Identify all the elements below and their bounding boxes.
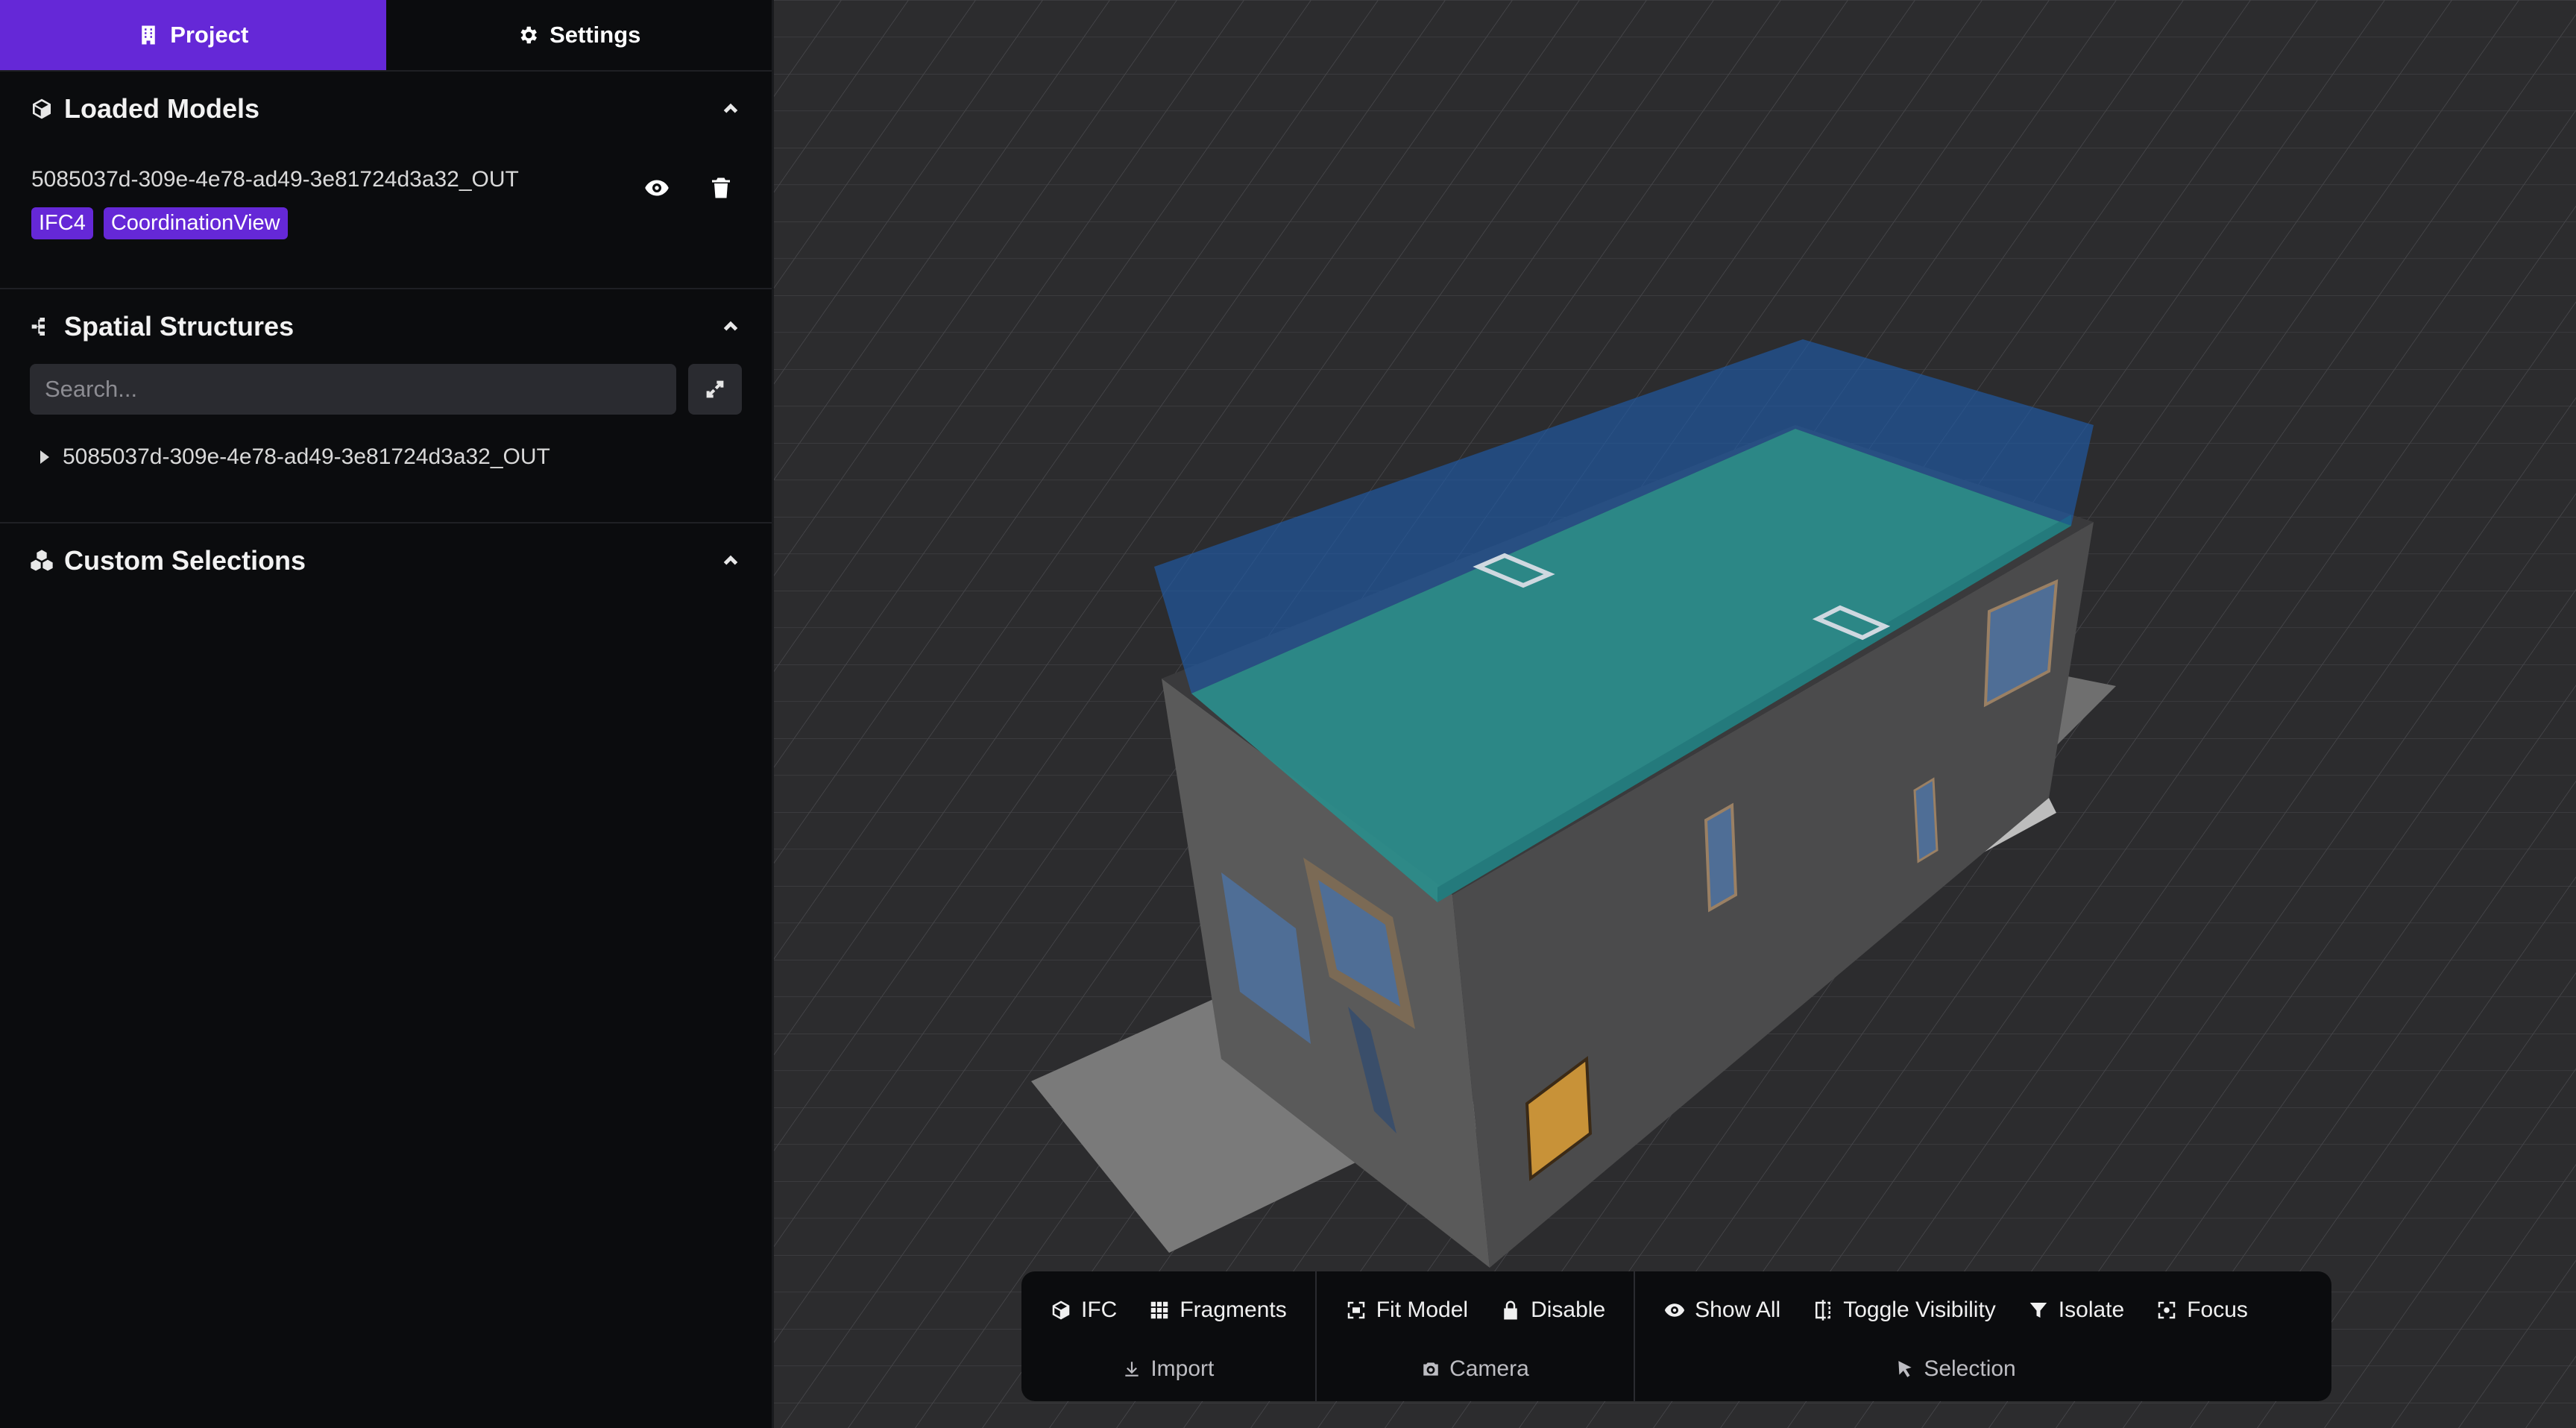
show-all-label: Show All [1695,1298,1781,1322]
hierarchy-icon [31,318,45,336]
3d-scene[interactable] [774,0,2576,1428]
tab-bar: Project Settings [0,0,772,72]
model-name: 5085037d-309e-4e78-ad49-3e81724d3a32_OUT [31,167,519,192]
slim-window [1913,777,1939,864]
cube-icon [1052,1300,1070,1320]
import-group-label: Import [1021,1349,1315,1401]
toggle-visibility-label: Toggle Visibility [1843,1298,1996,1322]
slim-window [1704,802,1738,913]
model-actions [643,174,734,201]
eye-icon[interactable] [643,174,670,201]
focus-icon [2158,1301,2176,1319]
chevron-up-icon[interactable] [719,315,742,338]
tree-item-label: 5085037d-309e-4e78-ad49-3e81724d3a32_OUT [63,444,550,469]
toggle-visibility-button[interactable]: Toggle Visibility [1800,1298,2008,1323]
custom-selections-header[interactable]: Custom Selections [0,523,772,598]
expand-button[interactable] [688,364,742,415]
disable-label: Disable [1531,1298,1606,1322]
fragments-label: Fragments [1180,1298,1287,1322]
grid-icon [1151,1301,1168,1319]
filter-icon [2029,1303,2047,1318]
search-row [0,364,772,415]
isolate-label: Isolate [2058,1298,2125,1322]
custom-selections-section: Custom Selections [0,523,772,598]
isolate-button[interactable]: Isolate [2015,1298,2136,1323]
fit-frame-icon [1347,1301,1364,1319]
import-label: Import [1150,1356,1215,1381]
selection-buttons: Show All Toggle Visibility Isolate Focus [1635,1271,2276,1349]
loaded-models-title: Loaded Models [64,93,260,124]
loaded-models-header[interactable]: Loaded Models [0,72,772,146]
selection-group-label: Selection [1635,1349,2276,1401]
import-buttons: IFC Fragments [1021,1271,1315,1349]
spatial-structures-header[interactable]: Spatial Structures [0,289,772,364]
custom-selections-title: Custom Selections [64,545,306,576]
tab-project-label: Project [170,22,249,48]
show-all-button[interactable]: Show All [1651,1298,1792,1323]
cube-icon [33,98,51,119]
3d-viewport[interactable]: IFC Fragments Import Fit Model Disable C… [774,0,2576,1428]
badge-view: CoordinationView [103,207,288,239]
toolbar-group-camera: Fit Model Disable Camera [1317,1271,1636,1401]
sidebar: Project Settings Loaded Models 5085037d-… [0,0,774,1428]
loaded-models-section: Loaded Models 5085037d-309e-4e78-ad49-3e… [0,72,772,289]
gear-icon [520,26,538,44]
camera-label: Camera [1449,1356,1529,1381]
expand-icon [706,380,724,398]
model-badges: IFC4 CoordinationView [31,207,740,239]
tree-item[interactable]: 5085037d-309e-4e78-ad49-3e81724d3a32_OUT [0,415,772,522]
download-icon [1125,1362,1139,1377]
focus-button[interactable]: Focus [2144,1298,2260,1323]
badge-schema: IFC4 [31,207,93,239]
tab-settings-label: Settings [549,22,641,48]
toggle-visibility-icon [1816,1300,1831,1321]
fit-model-label: Fit Model [1376,1298,1469,1322]
tab-settings[interactable]: Settings [386,0,772,70]
chevron-up-icon[interactable] [719,98,742,120]
toolbar-group-selection: Show All Toggle Visibility Isolate Focus… [1635,1271,2276,1401]
ifc-label: IFC [1081,1298,1118,1322]
bottom-toolbar: IFC Fragments Import Fit Model Disable C… [1021,1271,2331,1401]
ifc-button[interactable]: IFC [1038,1298,1129,1323]
camera-icon [1423,1362,1438,1376]
disable-button[interactable]: Disable [1487,1298,1617,1323]
trash-icon[interactable] [708,174,734,201]
caret-right-icon [40,450,49,464]
camera-group-label: Camera [1317,1349,1634,1401]
fragments-button[interactable]: Fragments [1136,1298,1298,1323]
spatial-structures-section: Spatial Structures 5085037d-309e-4e78-ad… [0,289,772,523]
focus-label: Focus [2187,1298,2248,1322]
chevron-up-icon[interactable] [719,550,742,572]
building-icon [142,25,155,45]
toolbar-group-import: IFC Fragments Import [1021,1271,1317,1401]
cubes-icon [31,550,53,571]
selection-label: Selection [1924,1356,2016,1381]
spatial-structures-title: Spatial Structures [64,311,295,342]
tab-project[interactable]: Project [0,0,386,70]
lock-icon [1504,1300,1517,1320]
camera-buttons: Fit Model Disable [1317,1271,1634,1349]
cursor-icon [1898,1361,1912,1377]
search-input[interactable] [30,364,677,415]
eye-icon [1665,1303,1685,1317]
fit-model-button[interactable]: Fit Model [1333,1298,1480,1323]
model-item: 5085037d-309e-4e78-ad49-3e81724d3a32_OUT… [0,146,772,288]
